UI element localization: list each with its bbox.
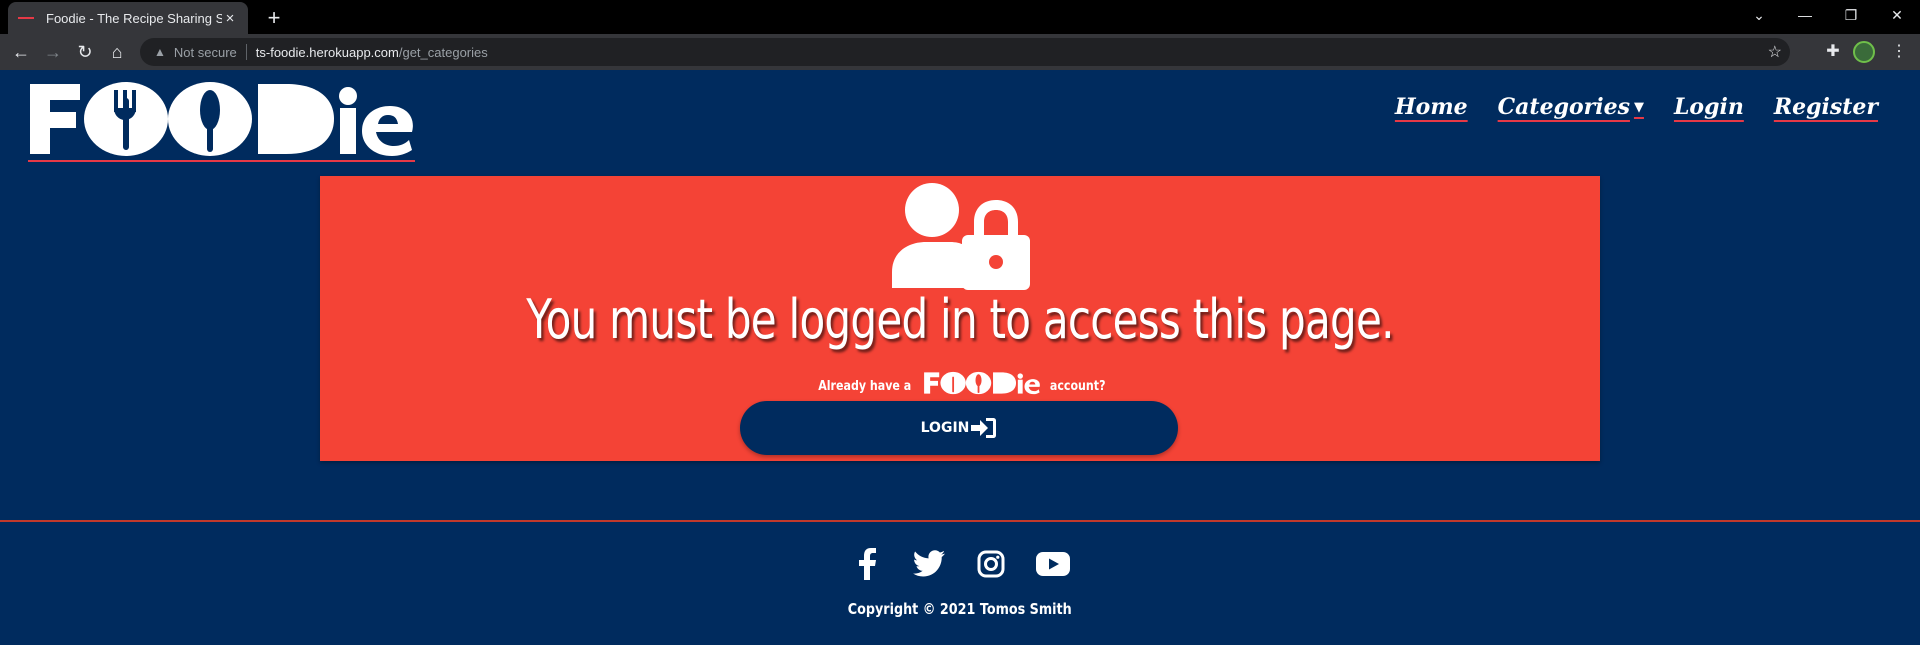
login-required-heading: You must be logged in to access this pag… <box>526 288 1394 351</box>
nav-login[interactable]: Login <box>1674 94 1744 120</box>
minimize-button[interactable]: — <box>1782 0 1828 30</box>
main-nav: Home Categories ▼ Login Register <box>1395 94 1878 120</box>
nav-categories-label: Categories <box>1497 94 1630 120</box>
url-host: ts-foodie.herokuapp.com <box>255 44 399 60</box>
address-separator <box>245 44 247 60</box>
extensions-puzzle-icon[interactable]: ✚ <box>1820 39 1846 65</box>
browser-tabstrip: Foodie - The Recipe Sharing Site × + ⌄ —… <box>0 0 1920 34</box>
not-secure-label: Not secure <box>173 44 237 60</box>
already-suffix: account? <box>1049 379 1106 394</box>
forward-arrow-icon[interactable]: → <box>40 39 66 65</box>
restore-button[interactable]: ❐ <box>1828 0 1874 30</box>
foodie-mini-logo <box>924 371 1040 395</box>
home-icon[interactable]: ⌂ <box>104 39 130 65</box>
warning-icon: ▲ <box>154 45 166 59</box>
tab-close-icon[interactable]: × <box>222 10 238 27</box>
back-arrow-icon[interactable]: ← <box>8 39 34 65</box>
instagram-icon[interactable] <box>973 548 1009 580</box>
user-lock-icon <box>892 183 1030 290</box>
nav-home[interactable]: Home <box>1395 94 1468 120</box>
tab-favicon-icon <box>18 17 34 19</box>
twitter-icon[interactable] <box>911 548 947 580</box>
login-required-panel: You must be logged in to access this pag… <box>320 176 1600 461</box>
browser-menu-icon[interactable]: ⋮ <box>1886 39 1912 65</box>
chevron-down-icon: ▼ <box>1633 99 1644 115</box>
youtube-icon[interactable] <box>1035 548 1071 580</box>
address-bar[interactable]: ▲ Not secure ts-foodie.herokuapp.com/get… <box>140 38 1790 66</box>
already-have-account: Already have a account? <box>320 370 1600 395</box>
url-path: /get_categories <box>398 44 488 60</box>
tab-title: Foodie - The Recipe Sharing Site <box>46 10 222 26</box>
foodie-logo[interactable] <box>28 76 415 162</box>
footer-divider <box>0 520 1920 522</box>
new-tab-button[interactable]: + <box>260 4 288 32</box>
nav-register[interactable]: Register <box>1774 94 1878 120</box>
profile-avatar[interactable] <box>1853 41 1875 63</box>
bookmark-star-icon[interactable]: ☆ <box>1768 42 1782 62</box>
tab-search-dropdown-icon[interactable]: ⌄ <box>1736 0 1782 30</box>
nav-categories[interactable]: Categories ▼ <box>1498 94 1644 120</box>
window-close-button[interactable]: ✕ <box>1874 0 1920 30</box>
page-body: Home Categories ▼ Login Register You must… <box>0 70 1920 645</box>
copyright-text: Copyright © 2021 Tomos Smith <box>848 600 1072 618</box>
reload-icon[interactable]: ↻ <box>72 39 98 65</box>
facebook-icon[interactable] <box>849 548 885 580</box>
browser-tab[interactable]: Foodie - The Recipe Sharing Site × <box>8 2 248 34</box>
browser-toolbar: ← → ↻ ⌂ ▲ Not secure ts-foodie.herokuapp… <box>0 34 1920 70</box>
already-prefix: Already have a <box>817 379 911 394</box>
login-button[interactable]: LOGIN <box>740 401 1178 455</box>
social-links <box>0 548 1920 580</box>
login-button-label: LOGIN <box>920 420 970 436</box>
sign-in-icon <box>971 418 997 438</box>
